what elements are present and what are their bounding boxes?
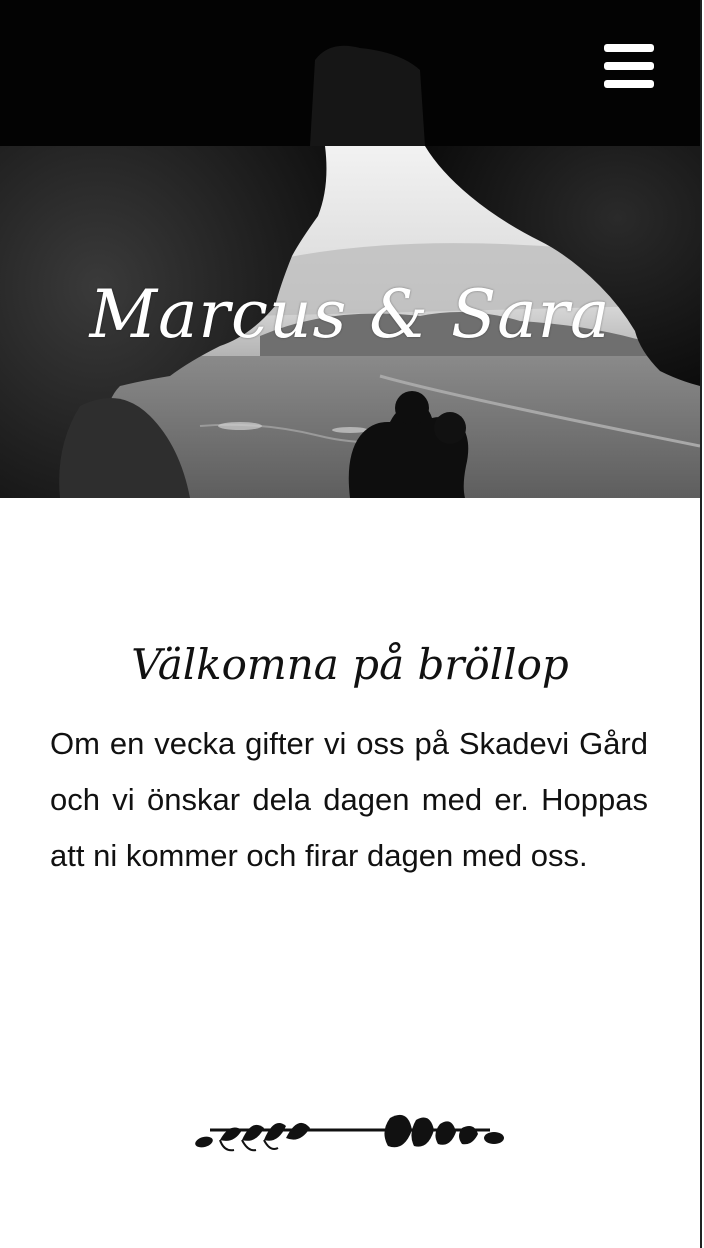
hero-title: Marcus & Sara bbox=[89, 276, 611, 353]
welcome-heading: Välkomna på bröllop bbox=[131, 640, 569, 689]
top-nav-bar bbox=[0, 0, 700, 146]
welcome-text: Om en vecka gifter vi oss på Skadevi Går… bbox=[50, 726, 648, 873]
page-edge bbox=[700, 0, 704, 1248]
page: Marcus & Sara Välkomna på bröllop Om en … bbox=[0, 0, 700, 1248]
hero-image: Marcus & Sara bbox=[0, 146, 700, 498]
header-background-image bbox=[0, 0, 700, 146]
laurel-branch-divider-icon bbox=[195, 1114, 504, 1152]
hamburger-menu-icon[interactable] bbox=[604, 44, 656, 90]
